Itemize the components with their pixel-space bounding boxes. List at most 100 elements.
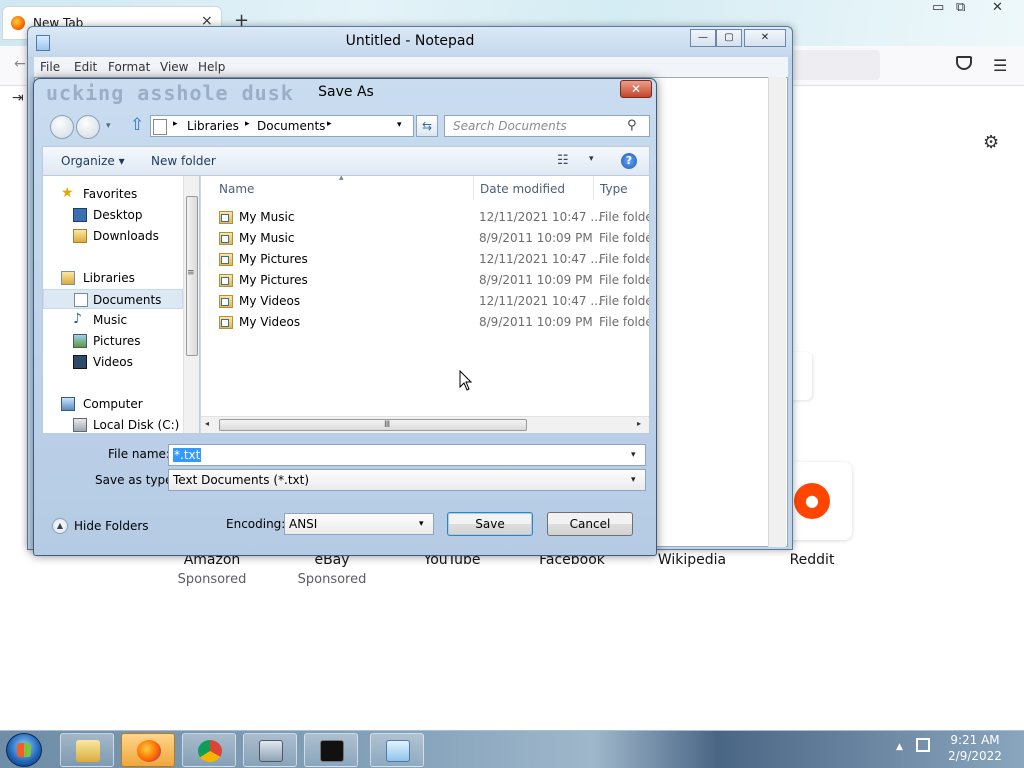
notepad-title-bar[interactable]: Untitled - Notepad — ▢ ✕ <box>28 27 792 57</box>
file-row[interactable]: My Videos 8/9/2011 10:09 PM File folder <box>205 312 649 333</box>
taskbar-command-prompt[interactable] <box>304 733 358 767</box>
taskbar-chrome[interactable] <box>182 733 236 767</box>
refresh-button[interactable]: ⇆ <box>416 115 438 137</box>
address-bar[interactable]: ▸ Libraries ▸ Documents ▸ ▾ <box>150 115 414 137</box>
clock-time[interactable]: 9:21 AM <box>940 733 1010 747</box>
back-button[interactable] <box>50 115 74 139</box>
change-view-icon[interactable]: ☷ <box>557 153 569 168</box>
gear-icon[interactable]: ⚙ <box>983 132 999 153</box>
file-name: My Videos <box>239 294 301 308</box>
breadcrumb-documents[interactable]: Documents <box>257 119 325 133</box>
nav-item-desktop[interactable]: Desktop <box>43 205 183 225</box>
sign-in-icon[interactable]: ⇥ <box>12 90 24 106</box>
file-row[interactable]: My Pictures 12/11/2021 10:47 ... File fo… <box>205 249 649 270</box>
new-folder-button[interactable]: New folder <box>151 154 216 168</box>
search-icon[interactable]: ⚲ <box>627 118 637 133</box>
browser-restore-button[interactable]: ⧉ <box>956 0 965 15</box>
scroll-left-icon[interactable]: ◂ <box>205 419 209 428</box>
cancel-button[interactable]: Cancel <box>547 512 633 536</box>
menu-help[interactable]: Help <box>198 60 225 74</box>
column-header-type[interactable]: Type <box>600 182 628 196</box>
nav-item-libraries[interactable]: Libraries <box>43 268 183 288</box>
up-folder-icon[interactable]: ⇧ <box>130 115 144 135</box>
libraries-icon <box>61 271 75 285</box>
file-row[interactable]: My Videos 12/11/2021 10:47 ... File fold… <box>205 291 649 312</box>
crumb-separator-icon: ▸ <box>327 119 332 129</box>
file-date: 12/11/2021 10:47 ... <box>479 210 602 224</box>
save-as-type-value: Text Documents (*.txt) <box>173 473 310 487</box>
menu-edit[interactable]: Edit <box>74 60 97 74</box>
menu-format[interactable]: Format <box>108 60 150 74</box>
file-name-dropdown-icon[interactable]: ▾ <box>631 450 636 460</box>
notepad-maximize-button[interactable]: ▢ <box>716 29 742 47</box>
file-name: My Music <box>239 231 295 245</box>
nav-item-computer[interactable]: Computer <box>43 394 183 414</box>
site-label-wikipedia[interactable]: Wikipedia <box>642 552 742 568</box>
hamburger-menu-icon[interactable]: ☰ <box>993 56 1007 75</box>
network-icon[interactable] <box>916 738 930 752</box>
menu-view[interactable]: View <box>160 60 188 74</box>
taskbar-resource-monitor[interactable] <box>243 733 297 767</box>
nav-item-documents[interactable]: Documents <box>43 289 183 309</box>
breadcrumb-libraries[interactable]: Libraries <box>187 119 239 133</box>
notepad-close-button[interactable]: ✕ <box>744 29 786 47</box>
site-label-reddit[interactable]: Reddit <box>762 552 862 568</box>
address-dropdown-icon[interactable]: ▾ <box>397 120 411 130</box>
file-name-input[interactable]: *.txt ▾ <box>168 444 646 466</box>
nav-item-music[interactable]: ♪ Music <box>43 310 183 330</box>
view-options-dropdown[interactable]: ▾ <box>589 154 594 164</box>
menu-file[interactable]: File <box>40 60 60 74</box>
nav-item-favorites[interactable]: ★ Favorites <box>43 184 183 204</box>
encoding-select[interactable]: ANSI ▾ <box>284 513 434 535</box>
scroll-right-icon[interactable]: ▸ <box>637 419 641 428</box>
hide-folders-button[interactable]: ▲ Hide Folders <box>52 516 162 538</box>
save-as-type-dropdown-icon[interactable]: ▾ <box>631 475 636 485</box>
nav-item-downloads[interactable]: Downloads <box>43 226 183 246</box>
search-input[interactable]: Search Documents ⚲ <box>444 115 650 137</box>
show-hidden-icons-icon[interactable]: ▲ <box>896 742 903 752</box>
file-name-label: File name: <box>108 447 170 461</box>
encoding-dropdown-icon[interactable]: ▾ <box>419 519 424 529</box>
column-header-date-modified[interactable]: Date modified <box>480 182 565 196</box>
dialog-close-button[interactable]: ✕ <box>620 80 652 98</box>
scrollbar-thumb[interactable]: Ⅲ <box>219 419 527 431</box>
save-button[interactable]: Save <box>447 512 533 536</box>
browser-close-button[interactable]: ✕ <box>992 0 1003 15</box>
file-row[interactable]: My Music 8/9/2011 10:09 PM File folder <box>205 228 649 249</box>
file-row[interactable]: My Music 12/11/2021 10:47 ... File folde… <box>205 207 649 228</box>
file-type: File folder <box>599 210 649 224</box>
back-arrow-icon[interactable]: ← <box>14 56 26 72</box>
column-divider[interactable] <box>593 176 594 200</box>
help-icon[interactable]: ? <box>621 153 637 169</box>
folder-shortcut-icon <box>219 295 233 308</box>
sort-ascending-icon: ▴ <box>339 176 344 183</box>
recent-locations-dropdown[interactable]: ▾ <box>106 121 111 131</box>
column-divider[interactable] <box>473 176 474 200</box>
nav-pane-scrollbar[interactable]: ≡ <box>183 176 199 433</box>
file-list-horizontal-scrollbar[interactable]: ◂ Ⅲ ▸ <box>201 416 649 433</box>
nav-item-pictures[interactable]: Pictures <box>43 331 183 351</box>
column-header-name[interactable]: Name <box>219 182 254 196</box>
folder-shortcut-icon <box>219 211 233 224</box>
clock-date[interactable]: 2/9/2022 <box>940 749 1010 763</box>
forward-button[interactable] <box>76 115 100 139</box>
computer-icon <box>61 397 75 411</box>
nav-label: Computer <box>83 397 143 411</box>
taskbar-firefox[interactable] <box>121 733 175 767</box>
taskbar-notepad[interactable] <box>370 733 424 767</box>
save-as-type-select[interactable]: Text Documents (*.txt) ▾ <box>168 469 646 491</box>
file-row[interactable]: My Pictures 8/9/2011 10:09 PM File folde… <box>205 270 649 291</box>
file-type: File folder <box>599 252 649 266</box>
taskbar <box>0 730 1024 768</box>
nav-item-local-disk[interactable]: Local Disk (C:) <box>43 415 183 433</box>
disk-drive-icon <box>73 418 87 432</box>
nav-item-videos[interactable]: Videos <box>43 352 183 372</box>
dialog-title: Save As <box>318 84 374 100</box>
notepad-vertical-scrollbar[interactable] <box>768 77 786 547</box>
notepad-minimize-button[interactable]: — <box>690 29 716 47</box>
browser-minimize-button[interactable]: ▭ <box>932 0 944 15</box>
shortcut-tile-edge <box>790 352 812 400</box>
taskbar-explorer[interactable] <box>60 733 114 767</box>
start-button[interactable] <box>6 733 42 767</box>
organize-button[interactable]: Organize ▾ <box>61 154 125 168</box>
